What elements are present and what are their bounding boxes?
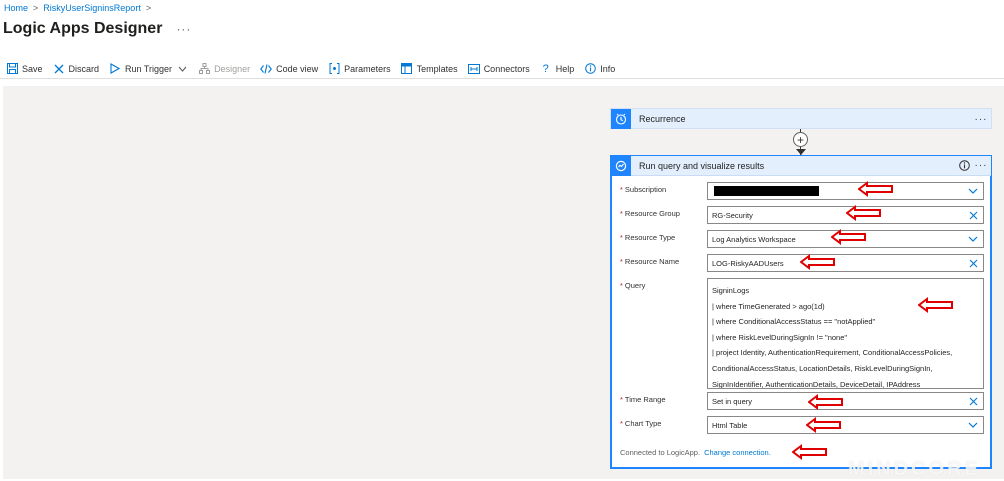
- clear-icon[interactable]: [968, 396, 978, 406]
- annotation-arrow-icon: [792, 444, 827, 460]
- annotation-arrow-icon: [918, 297, 953, 313]
- connection-footer: Connected to LogicApp. Change connection.: [620, 448, 771, 457]
- info-label: Info: [600, 63, 616, 74]
- recurrence-more-button[interactable]: ···: [971, 114, 991, 125]
- chevron-down-icon[interactable]: [968, 420, 978, 430]
- recurrence-header[interactable]: Recurrence ···: [611, 109, 991, 129]
- breadcrumb-home-link[interactable]: Home: [4, 3, 28, 13]
- close-icon: [53, 63, 65, 75]
- templates-button[interactable]: Templates: [401, 63, 458, 75]
- info-icon[interactable]: [957, 159, 971, 173]
- save-button[interactable]: Save: [6, 63, 43, 75]
- breadcrumb-separator: >: [145, 3, 152, 13]
- designer-icon: [198, 63, 210, 75]
- chart-type-dropdown[interactable]: Html Table: [707, 416, 984, 434]
- query-line: | where RiskLevelDuringSignIn != "none": [712, 332, 848, 342]
- help-label: Help: [555, 63, 575, 74]
- resource-name-field[interactable]: LOG-RiskyAADUsers: [707, 254, 984, 272]
- resource-type-value: Log Analytics Workspace: [712, 234, 796, 244]
- clear-icon[interactable]: [968, 258, 978, 268]
- clear-icon[interactable]: [968, 210, 978, 220]
- run-query-more-button[interactable]: ···: [971, 160, 991, 171]
- play-icon: [109, 63, 121, 75]
- annotation-arrow-icon: [858, 181, 893, 197]
- run-query-title: Run query and visualize results: [639, 160, 765, 171]
- resource-group-value: RG-Security: [712, 210, 753, 220]
- command-bar: Save Discard Run Trigger Designer Code v…: [0, 59, 1004, 79]
- run-trigger-button[interactable]: Run Trigger: [109, 63, 188, 75]
- recurrence-title: Recurrence: [639, 114, 686, 124]
- chart-type-label: * Chart Type: [620, 419, 662, 428]
- query-line: SignInIdentifier, AuthenticationDetails,…: [712, 379, 921, 389]
- annotation-arrow-icon: [846, 205, 881, 221]
- watermark-logo: MINDCORE: [848, 458, 981, 480]
- query-line: | project Identity, AuthenticationRequir…: [712, 348, 953, 358]
- resource-name-value: LOG-RiskyAADUsers: [712, 258, 784, 268]
- info-button[interactable]: Info: [584, 63, 615, 75]
- annotation-arrow-icon: [831, 229, 866, 245]
- info-icon: [584, 63, 596, 75]
- insert-step-button[interactable]: +: [793, 132, 808, 147]
- subscription-label: * Subscription: [620, 185, 667, 194]
- connectors-label: Connectors: [483, 63, 530, 74]
- chevron-down-icon[interactable]: [968, 234, 978, 244]
- resource-name-label: * Resource Name: [620, 257, 680, 266]
- discard-button[interactable]: Discard: [53, 63, 100, 75]
- designer-label: Designer: [214, 63, 251, 74]
- chevron-down-icon: [176, 63, 188, 75]
- plus-icon: +: [796, 132, 804, 147]
- title-row: Logic Apps Designer ···: [3, 20, 191, 38]
- chart-type-value: Html Table: [712, 420, 748, 430]
- discard-label: Discard: [68, 63, 100, 74]
- question-icon: ?: [542, 62, 549, 75]
- subscription-dropdown[interactable]: [707, 182, 984, 200]
- resource-group-label: * Resource Group: [620, 209, 680, 218]
- more-options-button[interactable]: ···: [176, 22, 191, 36]
- code-view-button[interactable]: Code view: [260, 63, 318, 75]
- help-button[interactable]: ? Help: [540, 63, 575, 75]
- page-title: Logic Apps Designer: [3, 20, 163, 37]
- annotation-arrow-icon: [800, 254, 835, 270]
- breadcrumb-separator: >: [33, 3, 39, 13]
- parameters-icon: [328, 63, 340, 75]
- time-range-field[interactable]: Set in query: [707, 392, 984, 410]
- recurrence-card[interactable]: Recurrence ···: [610, 108, 992, 129]
- code-view-label: Code view: [276, 63, 319, 74]
- annotation-arrow-icon: [806, 417, 841, 433]
- templates-icon: [401, 63, 413, 75]
- code-icon: [260, 63, 272, 75]
- breadcrumb-current-link[interactable]: RiskyUserSigninsReport: [43, 3, 141, 13]
- query-label: * Query: [620, 281, 646, 290]
- log-analytics-icon: [611, 155, 631, 176]
- time-range-value: Set in query: [712, 396, 753, 406]
- run-query-header[interactable]: Run query and visualize results ···: [611, 155, 991, 176]
- save-icon: [6, 63, 18, 75]
- query-textarea[interactable]: SigninLogs | where TimeGenerated > ago(1…: [707, 278, 984, 389]
- chevron-down-icon[interactable]: [968, 186, 978, 196]
- clock-icon: [611, 109, 631, 129]
- connectors-button[interactable]: Connectors: [467, 63, 530, 75]
- templates-label: Templates: [416, 63, 458, 74]
- connectors-icon: [467, 63, 480, 75]
- parameters-label: Parameters: [344, 63, 391, 74]
- query-line: ConditionalAccessStatus, LocationDetails…: [712, 363, 933, 373]
- connected-text: Connected to LogicApp.: [620, 448, 701, 457]
- query-line: | where ConditionalAccessStatus == "notA…: [712, 317, 876, 327]
- run-trigger-label: Run Trigger: [125, 63, 173, 74]
- redacted-value: [714, 186, 819, 196]
- resource-type-label: * Resource Type: [620, 233, 676, 242]
- breadcrumb: Home > RiskyUserSigninsReport >: [4, 3, 151, 13]
- change-connection-link[interactable]: Change connection.: [704, 448, 771, 457]
- designer-button[interactable]: Designer: [198, 63, 250, 75]
- save-label: Save: [22, 63, 43, 74]
- designer-canvas[interactable]: Recurrence ··· + Run query and visualize…: [3, 86, 1004, 479]
- time-range-label: * Time Range: [620, 395, 666, 404]
- parameters-button[interactable]: Parameters: [328, 63, 391, 75]
- annotation-arrow-icon: [808, 394, 843, 410]
